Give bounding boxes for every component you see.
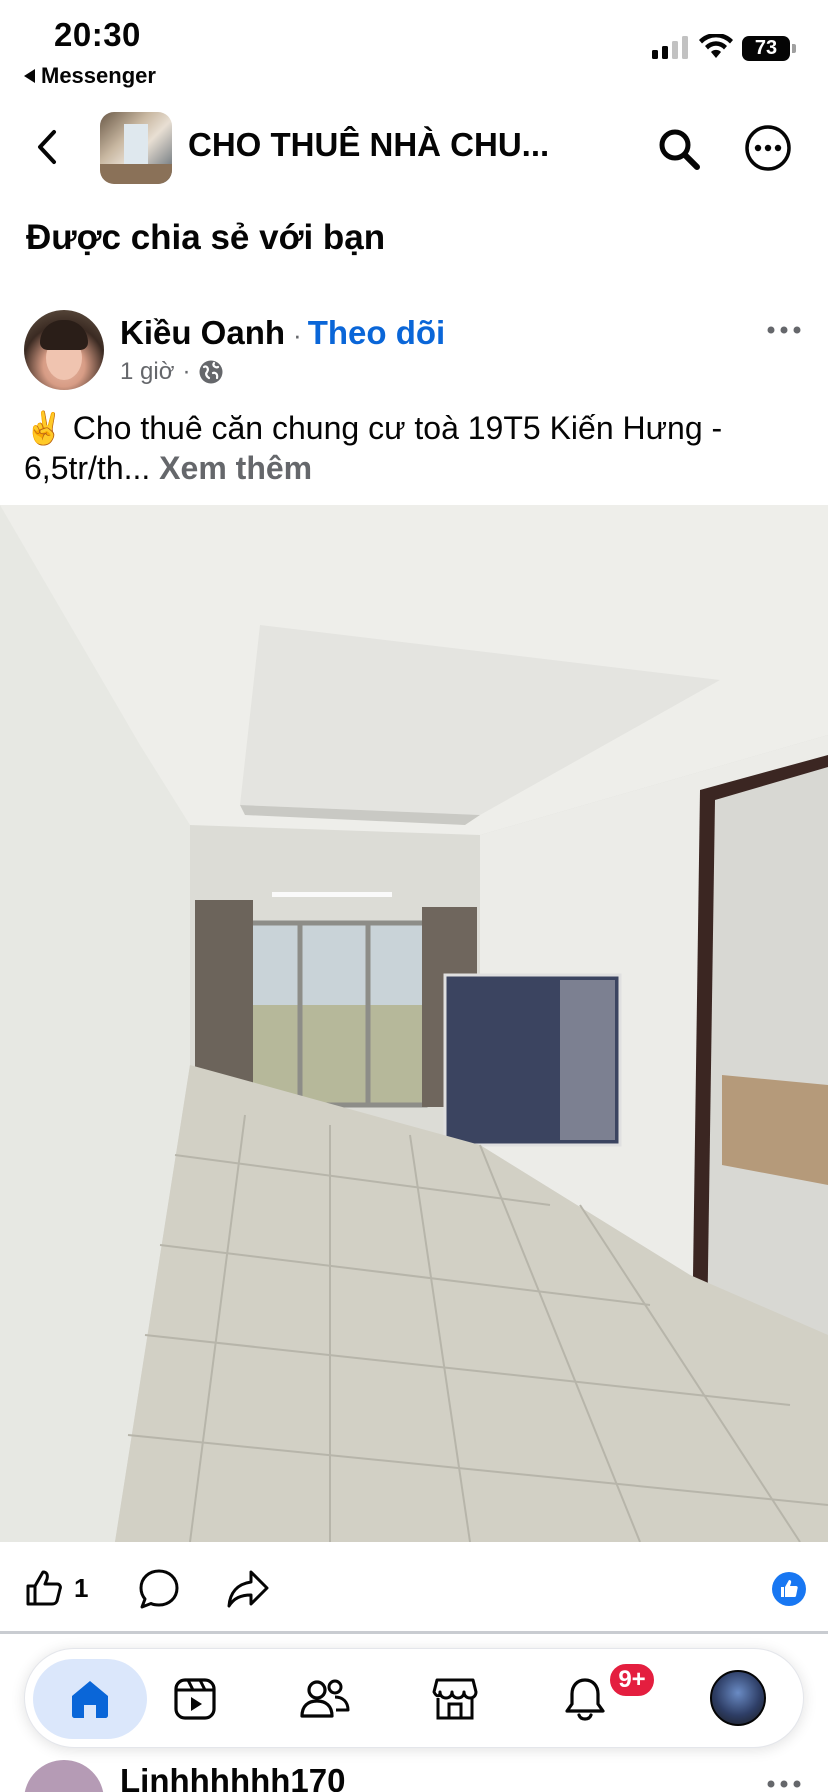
home-icon: [72, 1681, 108, 1718]
author-avatar[interactable]: [24, 310, 104, 390]
status-time: 20:30: [54, 16, 141, 53]
tab-video[interactable]: [155, 1659, 235, 1739]
back-triangle-icon: [24, 69, 35, 83]
marketplace-icon: [432, 1678, 478, 1720]
post-options-icon[interactable]: [764, 318, 804, 342]
comment-icon[interactable]: [138, 1568, 180, 1610]
like-reaction-icon: [772, 1572, 806, 1606]
author-line: Kiều Oanh · Theo dõi: [120, 314, 445, 352]
tab-friends[interactable]: [285, 1659, 365, 1739]
post-photo[interactable]: [0, 505, 828, 1542]
shared-with-you-heading: Được chia sẻ với bạn: [26, 218, 386, 257]
globe-icon: [199, 360, 223, 384]
bell-icon: [565, 1678, 605, 1721]
more-icon[interactable]: [744, 124, 792, 172]
author-separator: ·: [293, 320, 302, 350]
author-name[interactable]: Kiều Oanh: [120, 314, 285, 352]
like-button[interactable]: 1: [24, 1568, 88, 1608]
tab-home[interactable]: [33, 1659, 147, 1739]
post-action-bar: 1: [0, 1542, 828, 1634]
next-post-author[interactable]: Linhhhhhh170: [120, 1762, 346, 1792]
meta-separator: ·: [182, 358, 191, 385]
status-bar: 20:30 Messenger 73: [0, 0, 828, 96]
post-meta: 1 giờ ·: [120, 358, 224, 386]
share-icon[interactable]: [226, 1568, 270, 1610]
next-post-options-icon[interactable]: [764, 1772, 804, 1792]
battery-indicator: 73: [742, 36, 796, 61]
thumbs-up-icon: [26, 1570, 62, 1606]
post-time[interactable]: 1 giờ: [120, 358, 174, 386]
group-thumbnail[interactable]: [100, 112, 172, 184]
group-title[interactable]: CHO THUÊ NHÀ CHU...: [188, 126, 549, 164]
bottom-tab-bar: [24, 1648, 804, 1748]
next-post-avatar[interactable]: [24, 1760, 104, 1792]
cellular-signal-icon: [652, 36, 688, 59]
group-header: CHO THUÊ NHÀ CHU...: [0, 104, 828, 190]
tab-marketplace[interactable]: [415, 1659, 495, 1739]
follow-button[interactable]: Theo dõi: [308, 314, 445, 352]
tab-profile-avatar[interactable]: [710, 1670, 766, 1726]
post-text: ✌️ Cho thuê căn chung cư toà 19T5 Kiến H…: [24, 408, 814, 488]
friends-icon: [300, 1679, 350, 1718]
like-count: 1: [74, 1572, 89, 1603]
see-more-link[interactable]: Xem thêm: [159, 450, 312, 486]
post-body: Cho thuê căn chung cư toà 19T5 Kiến Hưng…: [24, 410, 723, 486]
back-app-label: Messenger: [41, 63, 156, 88]
video-icon: [174, 1678, 216, 1720]
chevron-left-icon[interactable]: [26, 124, 72, 170]
notification-badge: 9+: [608, 1662, 656, 1698]
apartment-room-image: [0, 505, 828, 1542]
victory-hand-emoji: ✌️: [24, 410, 64, 446]
wifi-icon: [699, 34, 733, 58]
search-icon[interactable]: [656, 126, 702, 172]
back-to-messenger-link[interactable]: Messenger: [24, 63, 156, 89]
